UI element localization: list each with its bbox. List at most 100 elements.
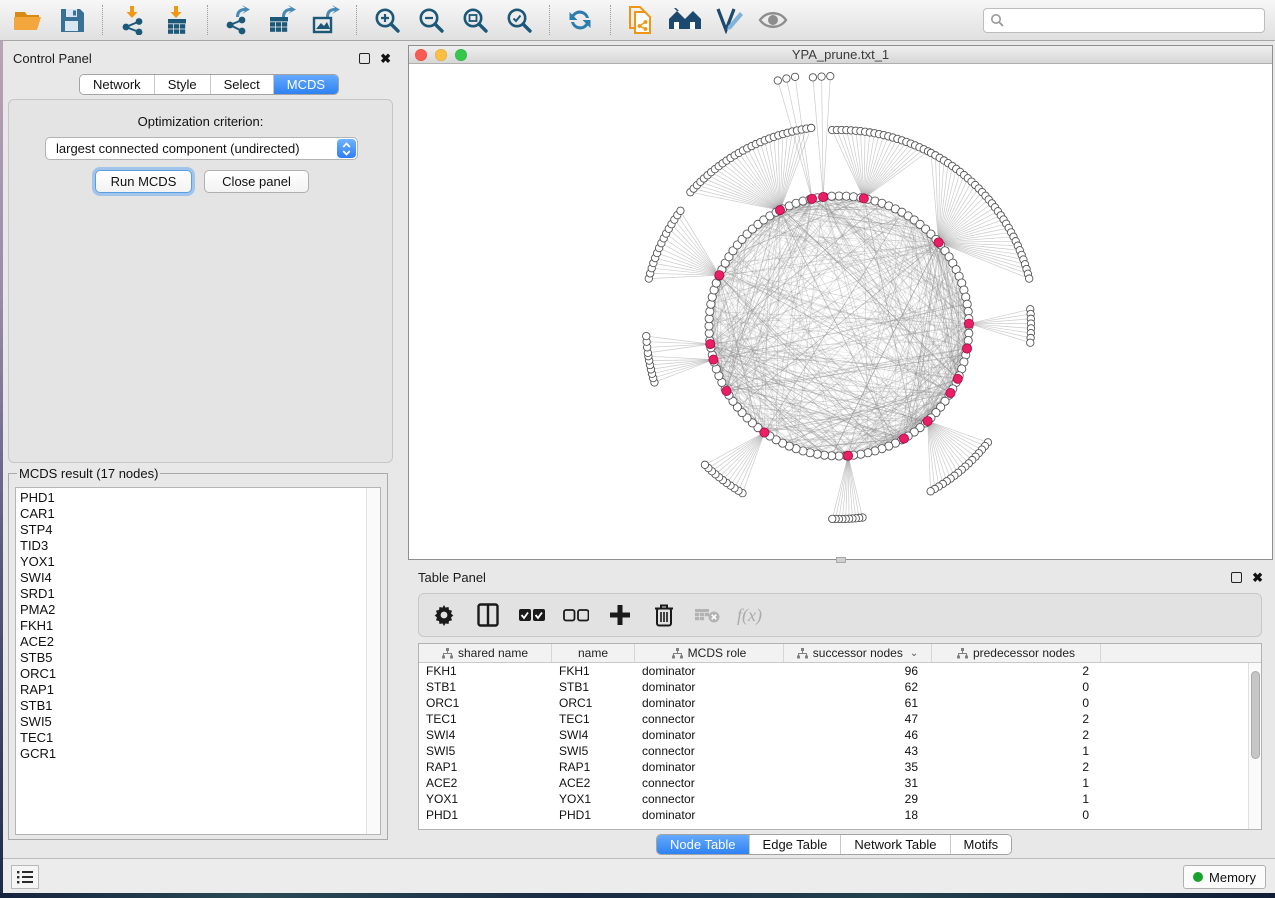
- homes-icon: [668, 7, 702, 33]
- criterion-dropdown[interactable]: largest connected component (undirected): [45, 137, 358, 160]
- mcds-node[interactable]: ORC1: [16, 666, 380, 682]
- save-session-button[interactable]: [54, 4, 90, 36]
- mcds-node[interactable]: ACE2: [16, 634, 380, 650]
- memory-button[interactable]: Memory: [1183, 865, 1266, 889]
- mcds-node[interactable]: STB1: [16, 698, 380, 714]
- hide-details-button[interactable]: [755, 4, 791, 36]
- zoom-out-icon: [417, 6, 445, 34]
- mcds-list-scrollbar[interactable]: [366, 488, 380, 834]
- table-cell: SWI5: [552, 744, 635, 758]
- float-panel-icon[interactable]: [359, 53, 370, 64]
- column-header-name[interactable]: name: [552, 644, 635, 662]
- zoom-in-button[interactable]: [369, 4, 405, 36]
- tab-network[interactable]: Network: [80, 75, 154, 94]
- table-row[interactable]: ORC1ORC1dominator610: [419, 695, 1248, 711]
- fit-content-button[interactable]: [457, 4, 493, 36]
- toggle-columns-button[interactable]: [473, 599, 503, 631]
- table-row[interactable]: ACE2ACE2connector311: [419, 775, 1248, 791]
- mcds-node[interactable]: PMA2: [16, 602, 380, 618]
- show-all-networks-button[interactable]: [667, 4, 703, 36]
- mcds-node[interactable]: STP4: [16, 522, 380, 538]
- close-panel-icon[interactable]: ✖: [380, 53, 391, 64]
- mcds-options-panel: Optimization criterion: largest connecte…: [8, 99, 393, 463]
- close-panel-icon[interactable]: ✖: [1252, 572, 1263, 583]
- table-cell: 0: [932, 680, 1101, 694]
- mcds-result-title: MCDS result (17 nodes): [17, 466, 160, 481]
- mcds-node[interactable]: TID3: [16, 538, 380, 554]
- mcds-node[interactable]: PHD1: [16, 490, 380, 506]
- open-file-button[interactable]: [10, 4, 46, 36]
- vizmapper-button[interactable]: [711, 4, 747, 36]
- toolbar-search[interactable]: [983, 8, 1265, 33]
- mcds-node[interactable]: TEC1: [16, 730, 380, 746]
- mcds-node[interactable]: STB5: [16, 650, 380, 666]
- import-table-button[interactable]: [159, 4, 195, 36]
- function-builder-icon[interactable]: f(x): [737, 605, 762, 626]
- network-canvas[interactable]: [409, 64, 1272, 559]
- table-cell: dominator: [635, 808, 784, 822]
- mcds-node[interactable]: SWI4: [16, 570, 380, 586]
- column-header-predecessor-nodes[interactable]: predecessor nodes: [932, 644, 1101, 662]
- select-all-button[interactable]: [517, 599, 547, 631]
- delete-columns-button[interactable]: [649, 599, 679, 631]
- mcds-node[interactable]: SRD1: [16, 586, 380, 602]
- tab-network-table[interactable]: Network Table: [840, 835, 949, 854]
- plus-icon: [610, 605, 630, 625]
- zoom-in-icon: [373, 6, 401, 34]
- table-row[interactable]: TEC1TEC1connector472: [419, 711, 1248, 727]
- table-settings-button[interactable]: [429, 599, 459, 631]
- import-network-icon: [120, 5, 146, 35]
- float-panel-icon[interactable]: [1231, 572, 1242, 583]
- column-header-successor-nodes[interactable]: successor nodes ⌄: [784, 644, 932, 662]
- mcds-node[interactable]: SWI5: [16, 714, 380, 730]
- optimization-criterion-label: Optimization criterion:: [9, 114, 392, 129]
- tab-node-table[interactable]: Node Table: [657, 835, 749, 854]
- table-row[interactable]: SWI4SWI4dominator462: [419, 727, 1248, 743]
- tab-motifs[interactable]: Motifs: [950, 835, 1012, 854]
- tab-edge-table[interactable]: Edge Table: [749, 835, 841, 854]
- run-mcds-button[interactable]: Run MCDS: [95, 170, 192, 193]
- column-header-mcds-role[interactable]: MCDS role: [635, 644, 784, 662]
- zoom-out-button[interactable]: [413, 4, 449, 36]
- table-row[interactable]: STB1STB1dominator620: [419, 679, 1248, 695]
- scrollbar-thumb[interactable]: [1251, 671, 1260, 759]
- table-cell: 0: [932, 696, 1101, 710]
- add-column-button[interactable]: [605, 599, 635, 631]
- refresh-button[interactable]: [562, 4, 598, 36]
- unchecked-boxes-icon: [563, 608, 589, 622]
- save-icon: [59, 7, 85, 33]
- table-row[interactable]: YOX1YOX1connector291: [419, 791, 1248, 807]
- search-input[interactable]: [1008, 13, 1258, 27]
- import-network-button[interactable]: [115, 4, 151, 36]
- tab-mcds[interactable]: MCDS: [273, 75, 338, 94]
- table-row[interactable]: PHD1PHD1dominator180: [419, 807, 1248, 823]
- deselect-all-button[interactable]: [561, 599, 591, 631]
- table-row[interactable]: FKH1FKH1dominator962: [419, 663, 1248, 679]
- task-history-button[interactable]: [11, 865, 39, 889]
- table-cell: PHD1: [552, 808, 635, 822]
- tab-select[interactable]: Select: [210, 75, 273, 94]
- table-scrollbar[interactable]: [1248, 663, 1261, 829]
- mcds-result-list[interactable]: PHD1CAR1STP4TID3YOX1SWI4SRD1PMA2FKH1ACE2…: [15, 487, 381, 835]
- refresh-icon: [566, 6, 594, 34]
- delete-table-button[interactable]: [693, 599, 723, 631]
- mcds-node[interactable]: RAP1: [16, 682, 380, 698]
- table-cell: connector: [635, 776, 784, 790]
- table-row[interactable]: SWI5SWI5connector431: [419, 743, 1248, 759]
- toolbar-separator: [207, 5, 208, 35]
- clone-network-button[interactable]: [623, 4, 659, 36]
- mcds-node[interactable]: CAR1: [16, 506, 380, 522]
- zoom-selected-button[interactable]: [501, 4, 537, 36]
- column-header-shared-name[interactable]: shared name: [419, 644, 552, 662]
- tab-style[interactable]: Style: [154, 75, 210, 94]
- mcds-node[interactable]: GCR1: [16, 746, 380, 762]
- network-title-bar[interactable]: YPA_prune.txt_1: [409, 46, 1272, 64]
- mcds-node[interactable]: YOX1: [16, 554, 380, 570]
- table-row[interactable]: RAP1RAP1dominator352: [419, 759, 1248, 775]
- export-network-button[interactable]: [220, 4, 256, 36]
- close-panel-button[interactable]: Close panel: [204, 170, 309, 193]
- mcds-node[interactable]: FKH1: [16, 618, 380, 634]
- export-table-button[interactable]: [264, 4, 300, 36]
- export-image-button[interactable]: [308, 4, 344, 36]
- table-cell: 2: [932, 712, 1101, 726]
